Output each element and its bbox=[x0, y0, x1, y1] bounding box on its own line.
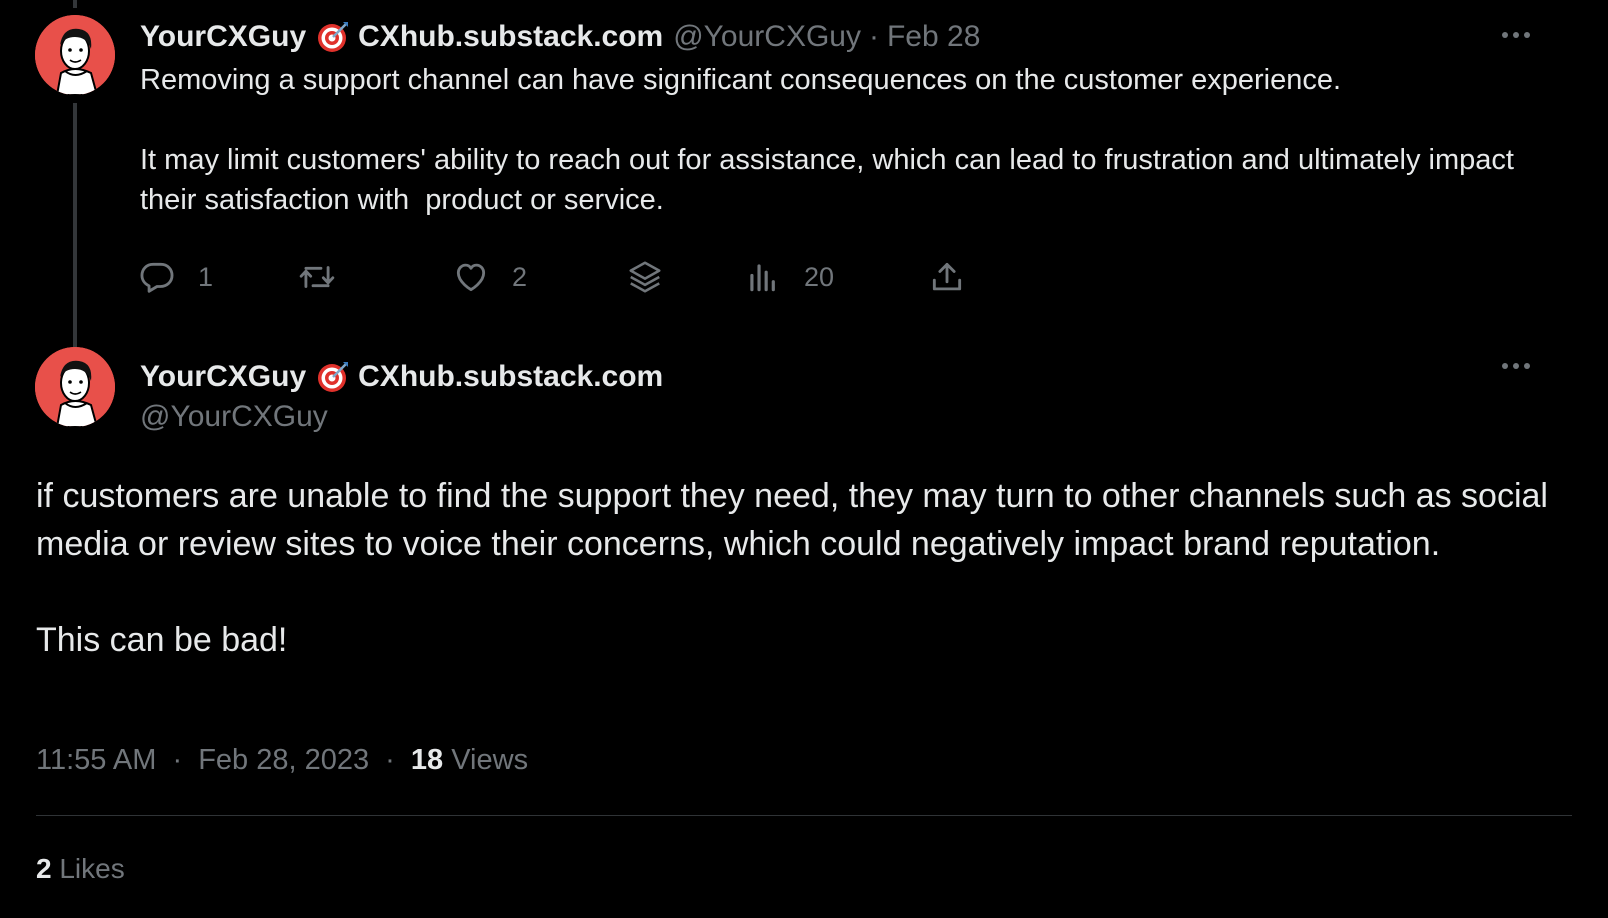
tweet-full-date[interactable]: Feb 28, 2023 bbox=[198, 744, 369, 776]
tweet-actions: 1 2 20 bbox=[138, 252, 998, 302]
avatar-illustration bbox=[35, 347, 115, 427]
reply-icon bbox=[140, 262, 174, 293]
reply-count: 1 bbox=[198, 261, 214, 292]
heart-icon bbox=[456, 263, 486, 292]
separator: · bbox=[172, 744, 183, 776]
retweet-button[interactable] bbox=[298, 252, 358, 302]
retweet-icon bbox=[299, 266, 335, 288]
separator: · bbox=[868, 20, 879, 53]
direct-hit-icon bbox=[316, 360, 350, 394]
tweet-paragraph: if customers are unable to find the supp… bbox=[36, 477, 1548, 563]
author-site[interactable]: CXhub.substack.com bbox=[358, 360, 663, 394]
separator: · bbox=[385, 744, 395, 776]
more-horizontal-icon bbox=[1502, 363, 1530, 369]
like-count: 2 bbox=[512, 261, 528, 292]
analytics-button[interactable]: 20 bbox=[744, 252, 834, 302]
tweet-paragraph: This can be bad! bbox=[36, 621, 288, 659]
thread-connector-top bbox=[73, 0, 77, 8]
more-horizontal-icon bbox=[1502, 32, 1530, 38]
author-name[interactable]: YourCXGuy bbox=[140, 360, 306, 394]
tweet-time[interactable]: 11:55 AM bbox=[36, 744, 156, 776]
views-label: Views bbox=[451, 744, 529, 776]
analytics-icon bbox=[750, 264, 775, 292]
tweet-text: Removing a support channel can have sign… bbox=[140, 60, 1540, 220]
layers-icon bbox=[629, 261, 661, 293]
tweet-paragraph: Removing a support channel can have sign… bbox=[140, 64, 1342, 96]
stack-button[interactable] bbox=[626, 252, 664, 302]
tweet-thread: YourCXGuy CXhub.substack.com @YourCXGuy … bbox=[0, 0, 1608, 918]
divider bbox=[36, 815, 1572, 816]
author-name[interactable]: YourCXGuy bbox=[140, 20, 306, 54]
author-handle[interactable]: @YourCXGuy bbox=[673, 20, 861, 54]
like-button[interactable]: 2 bbox=[452, 252, 527, 302]
tweet-paragraph: It may limit customers' ability to reach… bbox=[140, 144, 1523, 216]
avatar-illustration bbox=[35, 15, 115, 95]
views-count: 18 bbox=[410, 744, 444, 776]
tweet-header: YourCXGuy CXhub.substack.com bbox=[140, 357, 663, 397]
thread-connector bbox=[73, 103, 77, 348]
likes-link[interactable]: 2 Likes bbox=[36, 853, 125, 885]
avatar[interactable] bbox=[35, 347, 115, 427]
direct-hit-icon bbox=[316, 20, 350, 54]
avatar[interactable] bbox=[35, 15, 115, 95]
tweet-metadata: 11:55 AM · Feb 28, 2023 · 18 Views bbox=[36, 744, 528, 777]
more-options-button[interactable] bbox=[1496, 351, 1536, 381]
likes-count: 2 bbox=[36, 853, 52, 884]
author-handle[interactable]: @YourCXGuy bbox=[140, 397, 328, 437]
more-options-button[interactable] bbox=[1496, 20, 1536, 50]
tweet-date[interactable]: Feb 28 bbox=[887, 20, 980, 54]
tweet-header: YourCXGuy CXhub.substack.com @YourCXGuy … bbox=[140, 17, 980, 57]
likes-label: Likes bbox=[59, 853, 125, 884]
reply-button[interactable]: 1 bbox=[138, 252, 213, 302]
share-icon bbox=[932, 262, 962, 291]
share-button[interactable] bbox=[928, 252, 966, 302]
tweet-text: if customers are unable to find the supp… bbox=[36, 472, 1556, 664]
author-site[interactable]: CXhub.substack.com bbox=[358, 20, 663, 54]
views-count: 20 bbox=[804, 261, 835, 292]
